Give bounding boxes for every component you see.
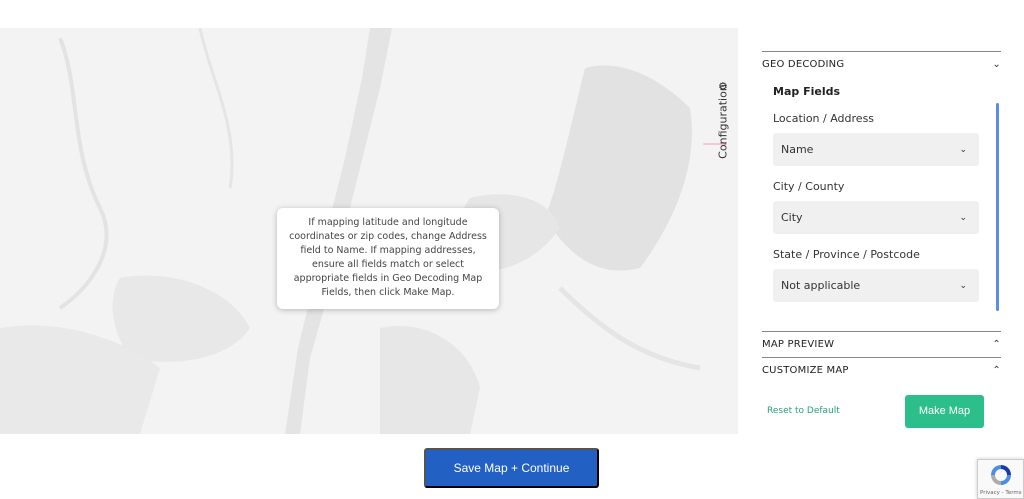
location-address-value: Name	[781, 143, 814, 156]
make-map-button[interactable]: Make Map	[905, 394, 984, 428]
recaptcha-icon	[991, 465, 1011, 485]
city-county-value: City	[781, 211, 803, 224]
chevron-down-icon: ⌄	[992, 59, 1001, 70]
chevron-down-icon: ⌄	[959, 280, 967, 291]
configuration-label: Configuration	[716, 84, 730, 159]
geo-decoding-title: GEO DECODING	[762, 59, 845, 70]
map-preview-title: MAP PREVIEW	[762, 339, 835, 350]
geo-decoding-body: Map Fields Location / Address Name ⌄ Cit…	[762, 77, 1001, 331]
location-address-select[interactable]: Name ⌄	[773, 133, 979, 166]
recaptcha-privacy-terms[interactable]: Privacy - Terms	[980, 490, 1022, 496]
page: If mapping latitude and longitude coordi…	[0, 0, 1024, 499]
panel-actions: Reset to Default Make Map	[762, 391, 1001, 431]
geo-decoding-header[interactable]: GEO DECODING ⌄	[762, 51, 1001, 77]
state-province-postcode-value: Not applicable	[781, 279, 861, 292]
chevron-down-icon: ⌄	[959, 144, 967, 155]
customize-map-title: CUSTOMIZE MAP	[762, 365, 849, 376]
customize-map-header[interactable]: CUSTOMIZE MAP ⌃	[762, 357, 1001, 383]
state-province-postcode-select[interactable]: Not applicable ⌄	[773, 269, 979, 302]
map-fields-title: Map Fields	[773, 85, 841, 98]
chevron-down-icon: ⌄	[959, 212, 967, 223]
map-preview-header[interactable]: MAP PREVIEW ⌃	[762, 331, 1001, 357]
reset-to-default-link[interactable]: Reset to Default	[767, 406, 840, 416]
map-canvas[interactable]: If mapping latitude and longitude coordi…	[0, 28, 738, 434]
save-map-continue-button[interactable]: Save Map + Continue	[424, 448, 599, 488]
state-province-postcode-label: State / Province / Postcode	[773, 248, 920, 261]
map-instructions-tooltip: If mapping latitude and longitude coordi…	[277, 208, 499, 309]
city-county-select[interactable]: City ⌄	[773, 201, 979, 234]
city-county-label: City / County	[773, 180, 845, 193]
chevron-up-icon: ⌃	[992, 339, 1001, 350]
right-panel: GEO DECODING ⌄ Map Fields Location / Add…	[762, 51, 1001, 431]
configuration-tab[interactable]: ⚙ Configuration	[714, 80, 732, 168]
arrow-right-icon	[703, 143, 727, 145]
recaptcha-badge[interactable]: Privacy - Terms	[977, 459, 1024, 499]
chevron-up-icon: ⌃	[992, 365, 1001, 376]
location-address-label: Location / Address	[773, 112, 875, 125]
panel-scrollbar[interactable]	[996, 103, 999, 311]
